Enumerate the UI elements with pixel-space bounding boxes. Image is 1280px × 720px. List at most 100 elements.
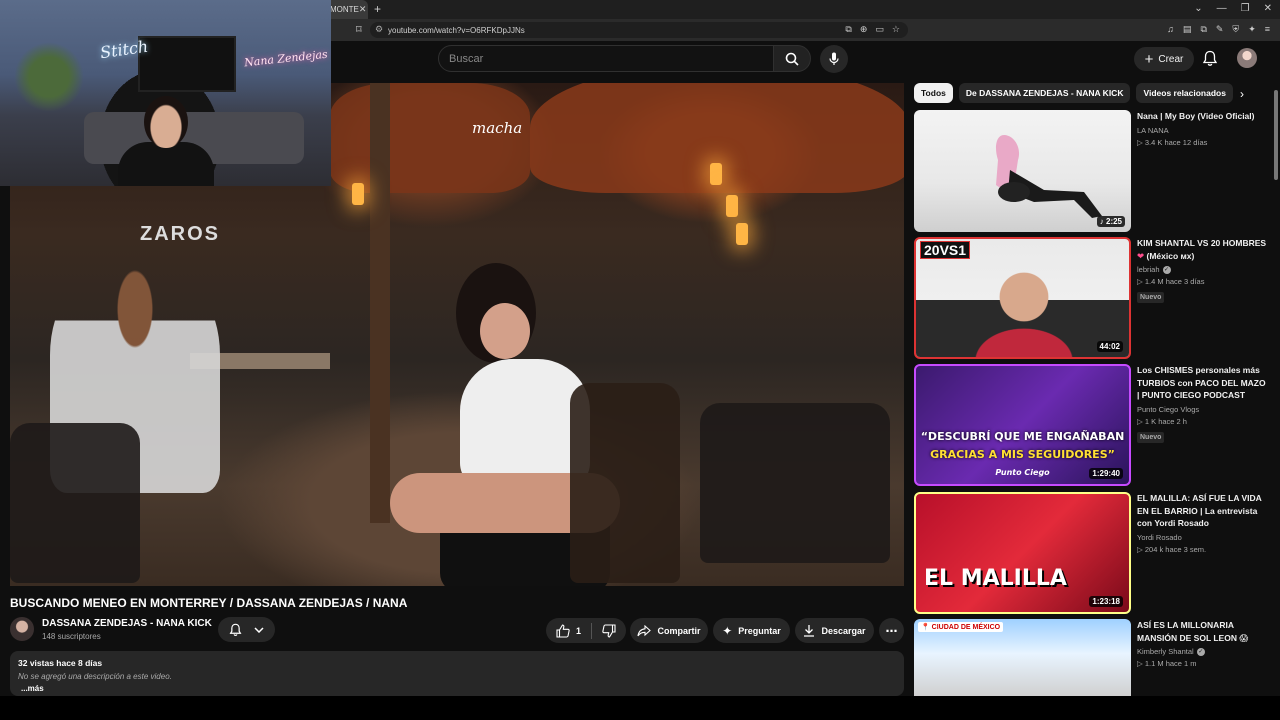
menu-icon[interactable]: ≡ — [1265, 24, 1270, 35]
recommendation-item[interactable]: EL MALILLA 1:23:18 EL MALILLA: ASÍ FUE L… — [914, 492, 1270, 614]
emoji-icon: 😱 — [1239, 632, 1249, 643]
verified-check-icon: ✓ — [1162, 265, 1171, 274]
duration-badge: 1:23:18 — [1089, 596, 1123, 607]
recommendation-title[interactable]: ASÍ ES LA MILLONARIA MANSIÓN DE SOL LEON… — [1137, 619, 1269, 644]
channel-avatar[interactable] — [10, 617, 34, 641]
shield-icon[interactable]: ⛨ — [1232, 24, 1239, 35]
edit-icon[interactable]: ✎ — [1216, 24, 1224, 35]
views-and-date: 32 vistas hace 8 días — [18, 658, 103, 668]
duration-badge: ♪ 2:25 — [1096, 216, 1125, 227]
url-field[interactable]: ⚙ youtube.com/watch?v=O6RFKDpJJNs — [370, 22, 908, 38]
notifications-bell-icon[interactable] — [1202, 50, 1218, 67]
location-badge: 📍 CIUDAD DE MÉXICO — [918, 622, 1004, 632]
channel-name[interactable]: DASSANA ZENDEJAS - NANA KICK — [42, 618, 212, 629]
thumbnail-figure — [996, 135, 1102, 218]
search-input[interactable]: Buscar — [438, 45, 774, 72]
duration-badge: 44:02 — [1096, 341, 1123, 352]
recommendation-channel[interactable]: Punto Ciego Vlogs — [1137, 405, 1269, 414]
cast-icon[interactable]: ▭ — [875, 24, 884, 35]
new-tab-icon[interactable]: + — [374, 2, 381, 16]
restaurant-sign: ZAROS — [140, 223, 220, 245]
chip-from-channel[interactable]: De DASSANA ZENDEJAS - NANA KICK — [958, 83, 1131, 103]
scrollbar-thumb[interactable] — [1274, 90, 1278, 180]
dislike-icon[interactable] — [602, 623, 616, 638]
recommendation-title[interactable]: KIM SHANTAL VS 20 HOMBRES ❤ (México ᴍx) — [1137, 237, 1269, 262]
umbrella-left — [330, 83, 530, 193]
bookmark-icon[interactable]: ⌑ — [356, 23, 362, 36]
download-label: Descargar — [821, 625, 866, 636]
tab-search-icon[interactable]: ⌄ — [1194, 3, 1202, 14]
recommendation-info: EL MALILLA: ASÍ FUE LA VIDA EN EL BARRIO… — [1137, 492, 1269, 554]
video-thumbnail[interactable]: ♪ 2:25 — [914, 110, 1131, 232]
thumbnail-text: 20VS1 — [920, 241, 971, 259]
star-icon[interactable]: ☆ — [892, 24, 900, 35]
like-count: 1 — [575, 625, 581, 636]
video-thumbnail[interactable]: 📍 CIUDAD DE MÉXICO — [914, 619, 1131, 696]
url-action-icons: ⧉ ⊕ ▭ ☆ — [845, 24, 900, 35]
video-thumbnail[interactable]: “DESCUBRÍ QUE ME ENGAÑABAN GRACIAS A MIS… — [914, 364, 1131, 486]
create-label: Crear — [1158, 53, 1184, 65]
chevron-right-icon[interactable]: › — [1240, 87, 1244, 101]
like-icon[interactable] — [556, 623, 570, 638]
recommendation-meta: ▷ 204 k hace 3 sem. — [1137, 544, 1207, 554]
more-actions-button[interactable]: ⋯ — [879, 618, 904, 643]
minimize-icon[interactable]: — — [1217, 3, 1227, 14]
description-box[interactable]: 32 vistas hace 8 días No se agregó una d… — [10, 651, 904, 696]
recommendation-item[interactable]: 20VS1 44:02 KIM SHANTAL VS 20 HOMBRES ❤ … — [914, 237, 1270, 359]
chair — [10, 423, 140, 583]
show-more-link[interactable]: ...más — [21, 684, 896, 693]
ask-label: Preguntar — [738, 625, 781, 636]
wicker-chair — [570, 383, 680, 583]
ai-icon[interactable]: ✦ — [1248, 24, 1256, 35]
streamer — [118, 96, 214, 186]
bell-icon — [229, 623, 242, 636]
extensions-icon[interactable]: ⧉ — [1200, 24, 1206, 35]
tab-close-icon[interactable]: ✕ — [359, 4, 367, 15]
lamp — [710, 163, 722, 185]
recommendation-title[interactable]: EL MALILLA: ASÍ FUE LA VIDA EN EL BARRIO… — [1137, 492, 1269, 530]
like-dislike-group: 1 — [546, 618, 626, 643]
no-description-text: No se agregó una descripción a este vide… — [18, 672, 172, 681]
duration-badge: 1:29:40 — [1089, 468, 1123, 479]
recommendation-channel[interactable]: Yordi Rosado — [1137, 533, 1269, 542]
chip-related[interactable]: Videos relacionados — [1136, 83, 1233, 103]
translate-icon[interactable]: ⧉ — [845, 24, 851, 35]
user-avatar[interactable] — [1237, 48, 1257, 68]
subscriber-count: 148 suscriptores — [42, 632, 101, 641]
share-button[interactable]: Compartir — [630, 618, 708, 643]
voice-search-button[interactable] — [820, 45, 848, 73]
download-icon — [804, 625, 815, 637]
streamer-head — [144, 96, 188, 148]
recommendation-channel[interactable]: lebriah ✓ — [1137, 265, 1269, 274]
umbrella-pole — [370, 83, 390, 523]
site-info-icon[interactable]: ⚙ — [375, 24, 383, 35]
restaurant-sign-script: macha — [472, 119, 523, 137]
subscription-bell-button[interactable] — [218, 617, 275, 642]
chip-all[interactable]: Todos — [914, 83, 953, 103]
ask-button[interactable]: ✦ Preguntar — [713, 618, 790, 643]
video-thumbnail[interactable]: EL MALILLA 1:23:18 — [914, 492, 1131, 614]
lamp — [352, 183, 364, 205]
recommendation-channel[interactable]: LA NANA — [1137, 126, 1269, 135]
close-window-icon[interactable]: ✕ — [1264, 3, 1272, 14]
lamp — [736, 223, 748, 245]
divider — [591, 622, 592, 639]
restore-icon[interactable]: ❐ — [1241, 3, 1250, 14]
recommendation-title[interactable]: Los CHISMES personales más TURBIOS con P… — [1137, 364, 1269, 402]
neon-sign-right: Nana Zendejas — [243, 47, 329, 70]
recommendation-item[interactable]: 📍 CIUDAD DE MÉXICO ASÍ ES LA MILLONARIA … — [914, 619, 1270, 696]
recommendation-meta: ▷ 1 K hace 2 h — [1137, 416, 1187, 426]
download-button[interactable]: Descargar — [795, 618, 874, 643]
recommendation-channel[interactable]: Kimberly Shantal ✓ — [1137, 647, 1269, 656]
recommendation-item[interactable]: ♪ 2:25 Nana | My Boy (Video Oficial) LA … — [914, 110, 1270, 232]
recommendation-title[interactable]: Nana | My Boy (Video Oficial) — [1137, 110, 1269, 123]
video-thumbnail[interactable]: 20VS1 44:02 — [914, 237, 1131, 359]
recommendation-item[interactable]: “DESCUBRÍ QUE ME ENGAÑABAN GRACIAS A MIS… — [914, 364, 1270, 486]
sidebar-icon[interactable]: ▤ — [1183, 24, 1192, 35]
recommendation-info: Los CHISMES personales más TURBIOS con P… — [1137, 364, 1269, 444]
chair — [700, 403, 890, 563]
media-icon[interactable]: ♫ — [1167, 24, 1174, 35]
zoom-icon[interactable]: ⊕ — [860, 24, 868, 35]
search-button[interactable] — [773, 45, 811, 72]
create-button[interactable]: + Crear — [1134, 47, 1194, 71]
